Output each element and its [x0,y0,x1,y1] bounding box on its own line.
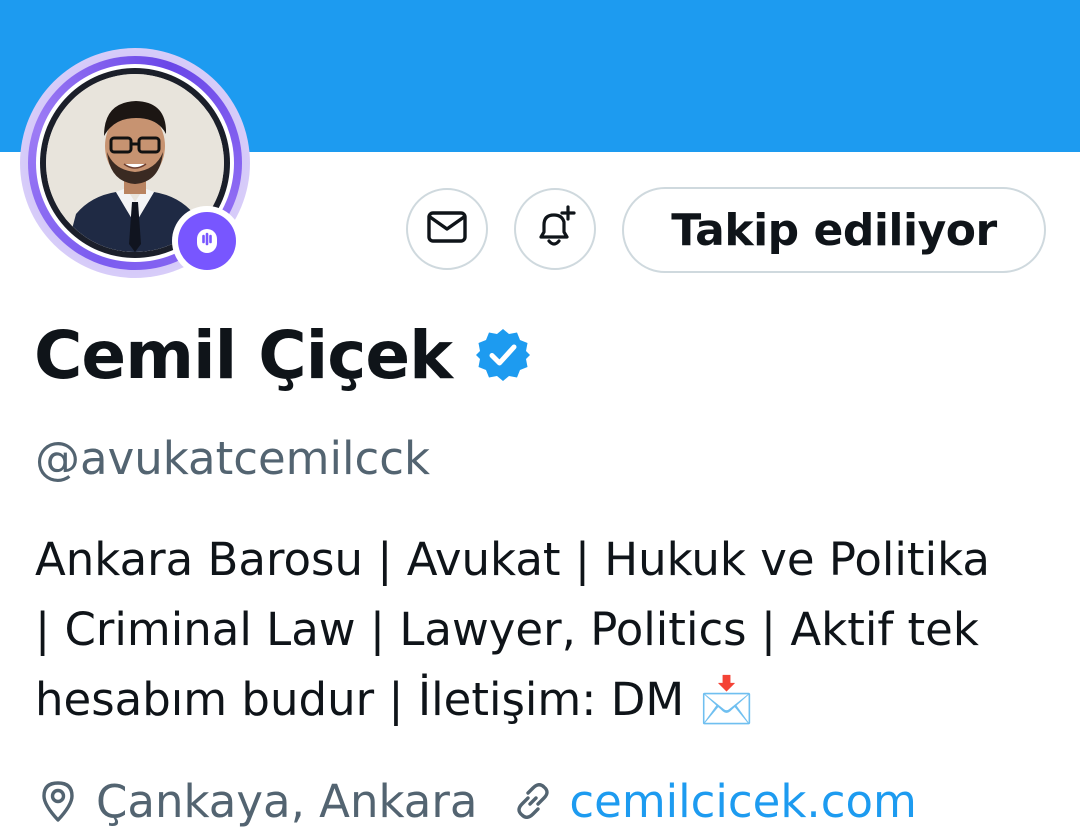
username-handle: @avukatcemilcck [35,432,431,485]
bio-line: hesabım budur | İletişim: DM 📩 [35,673,755,726]
envelope-icon [425,205,469,253]
notify-button[interactable] [514,188,596,270]
profile-meta: Çankaya, Ankara cemilcicek.com [38,768,917,834]
spaces-microphone-icon [178,212,236,270]
link-icon [511,779,555,823]
following-button[interactable]: Takip ediliyor [622,187,1046,273]
profile-name-row: Cemil Çiçek [34,310,532,400]
message-button[interactable] [406,188,488,270]
verified-badge-icon[interactable] [474,326,532,384]
bell-plus-icon [531,203,579,255]
spaces-badge[interactable] [172,206,242,276]
following-button-label: Takip ediliyor [671,204,997,256]
profile-website-link[interactable]: cemilcicek.com [569,775,916,828]
display-name: Cemil Çiçek [34,316,453,394]
profile-location: Çankaya, Ankara [96,774,478,828]
profile-bio: Ankara Barosu | Avukat | Hukuk ve Politi… [35,525,1045,735]
bio-line: Ankara Barosu | Avukat | Hukuk ve Politi… [35,533,990,586]
bio-line: | Criminal Law | Lawyer, Politics | Akti… [35,603,979,656]
location-pin-icon [38,779,78,823]
